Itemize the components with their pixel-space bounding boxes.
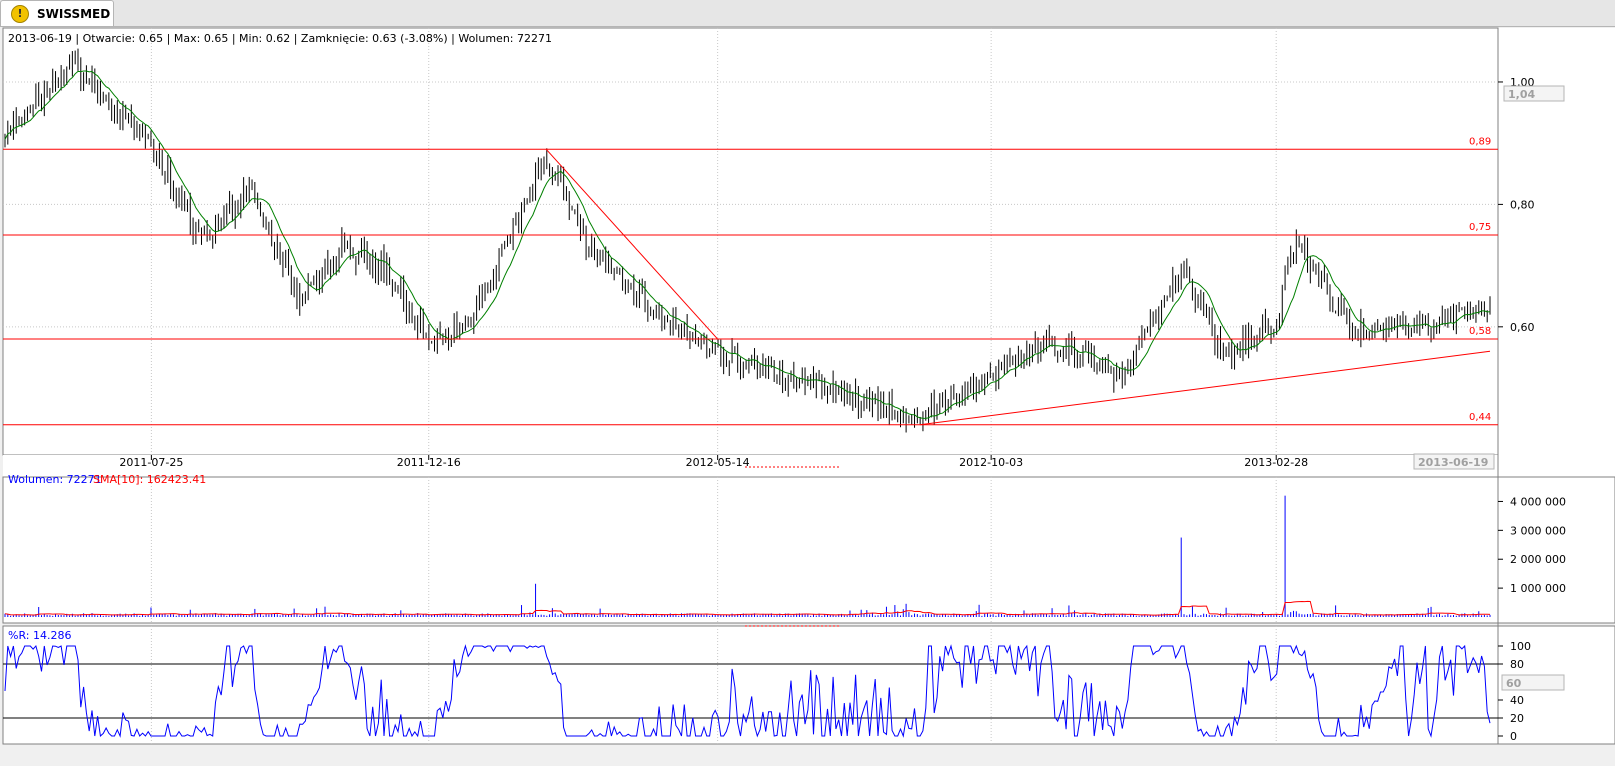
volume-tick-label: 1 000 000 <box>1510 582 1566 595</box>
wr-label: %R: 14.286 <box>8 629 71 642</box>
date-tick-label: 2013-02-28 <box>1244 456 1308 469</box>
date-tick-label: 2012-10-03 <box>959 456 1023 469</box>
volume-tick-label: 3 000 000 <box>1510 524 1566 537</box>
date-axis-area <box>3 455 1615 477</box>
level-label: 0,89 <box>1469 136 1491 147</box>
tab-title: SWISSMED <box>37 6 111 21</box>
level-label: 0,75 <box>1469 222 1491 233</box>
date-tick-label: 2011-12-16 <box>397 456 461 469</box>
volume-label: Wolumen: 72271 <box>8 473 102 486</box>
price-panel <box>2 27 1499 456</box>
wr-tick-label: 80 <box>1510 658 1524 671</box>
date-tick-label: 2011-07-25 <box>119 456 183 469</box>
volume-panel <box>2 476 1615 624</box>
tab-swissmed[interactable]: ! SWISSMED <box>0 0 114 26</box>
price-tick-label: 0,60 <box>1510 321 1535 334</box>
level-label: 0,44 <box>1469 412 1491 423</box>
tab-bar: ! SWISSMED <box>0 0 1615 27</box>
date-tick-label: 2012-05-14 <box>686 456 750 469</box>
volume-tick-label: 4 000 000 <box>1510 495 1566 508</box>
wr-current-label: 60 <box>1506 677 1522 690</box>
header-info: 2013-06-19 | Otwarcie: 0.65 | Max: 0.65 … <box>8 32 552 45</box>
volume-tick-label: 2 000 000 <box>1510 553 1566 566</box>
current-price-label: 1,04 <box>1508 88 1535 101</box>
price-tick-label: 0,80 <box>1510 198 1535 211</box>
current-date-label: 2013-06-19 <box>1418 456 1488 469</box>
wr-tick-label: 0 <box>1510 730 1517 743</box>
wr-tick-label: 40 <box>1510 694 1524 707</box>
stock-chart[interactable]: 0,89 0,75 0,58 0,44 2013-06-19 | Otwarcie: … <box>0 27 1615 766</box>
warning-icon: ! <box>11 4 29 23</box>
volume-sma-label: SMA[10]: 162423.41 <box>93 473 206 486</box>
wr-tick-label: 100 <box>1510 640 1531 653</box>
wr-tick-label: 20 <box>1510 712 1524 725</box>
level-label: 0,58 <box>1469 326 1491 337</box>
wr-panel <box>2 625 1615 745</box>
